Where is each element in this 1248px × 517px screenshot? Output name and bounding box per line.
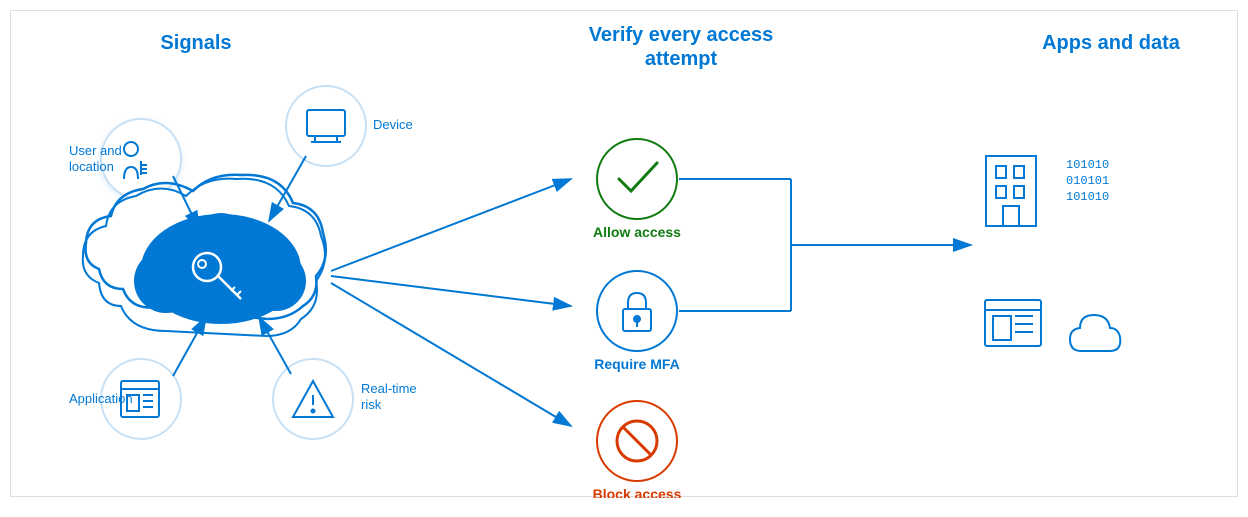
data-binary-icon: 101010 010101 101010 [1066,158,1109,204]
app-window-icon [985,300,1041,346]
label-location: location [69,159,114,174]
svg-text:101010: 101010 [1066,158,1109,172]
label-user: User and [69,143,122,158]
svg-text:101010: 101010 [1066,190,1109,204]
verify-title: Verify every access [589,24,774,46]
label-app: Application [69,391,133,406]
diagram-container: Signals Verify every access attempt Apps… [10,10,1238,497]
building-icon [986,156,1036,226]
cloud-apps-icon [1070,315,1120,351]
apps-title: Apps and data [1042,32,1181,54]
signals-title: Signals [160,32,231,54]
arrow-cloud-mfa [331,276,571,306]
svg-text:010101: 010101 [1066,174,1109,188]
label-mfa: Require MFA [594,356,680,372]
label-device: Device [373,117,413,132]
allow-circle [597,139,677,219]
mfa-circle [597,271,677,351]
cloud-shape [83,175,326,336]
verify-title-2: attempt [645,48,718,70]
label-risk-1: Real-time [361,381,417,396]
device-circle [286,86,366,166]
label-risk-2: risk [361,397,382,412]
arrow-cloud-allow [331,179,571,271]
label-allow: Allow access [593,224,681,240]
label-block: Block access [593,486,682,498]
